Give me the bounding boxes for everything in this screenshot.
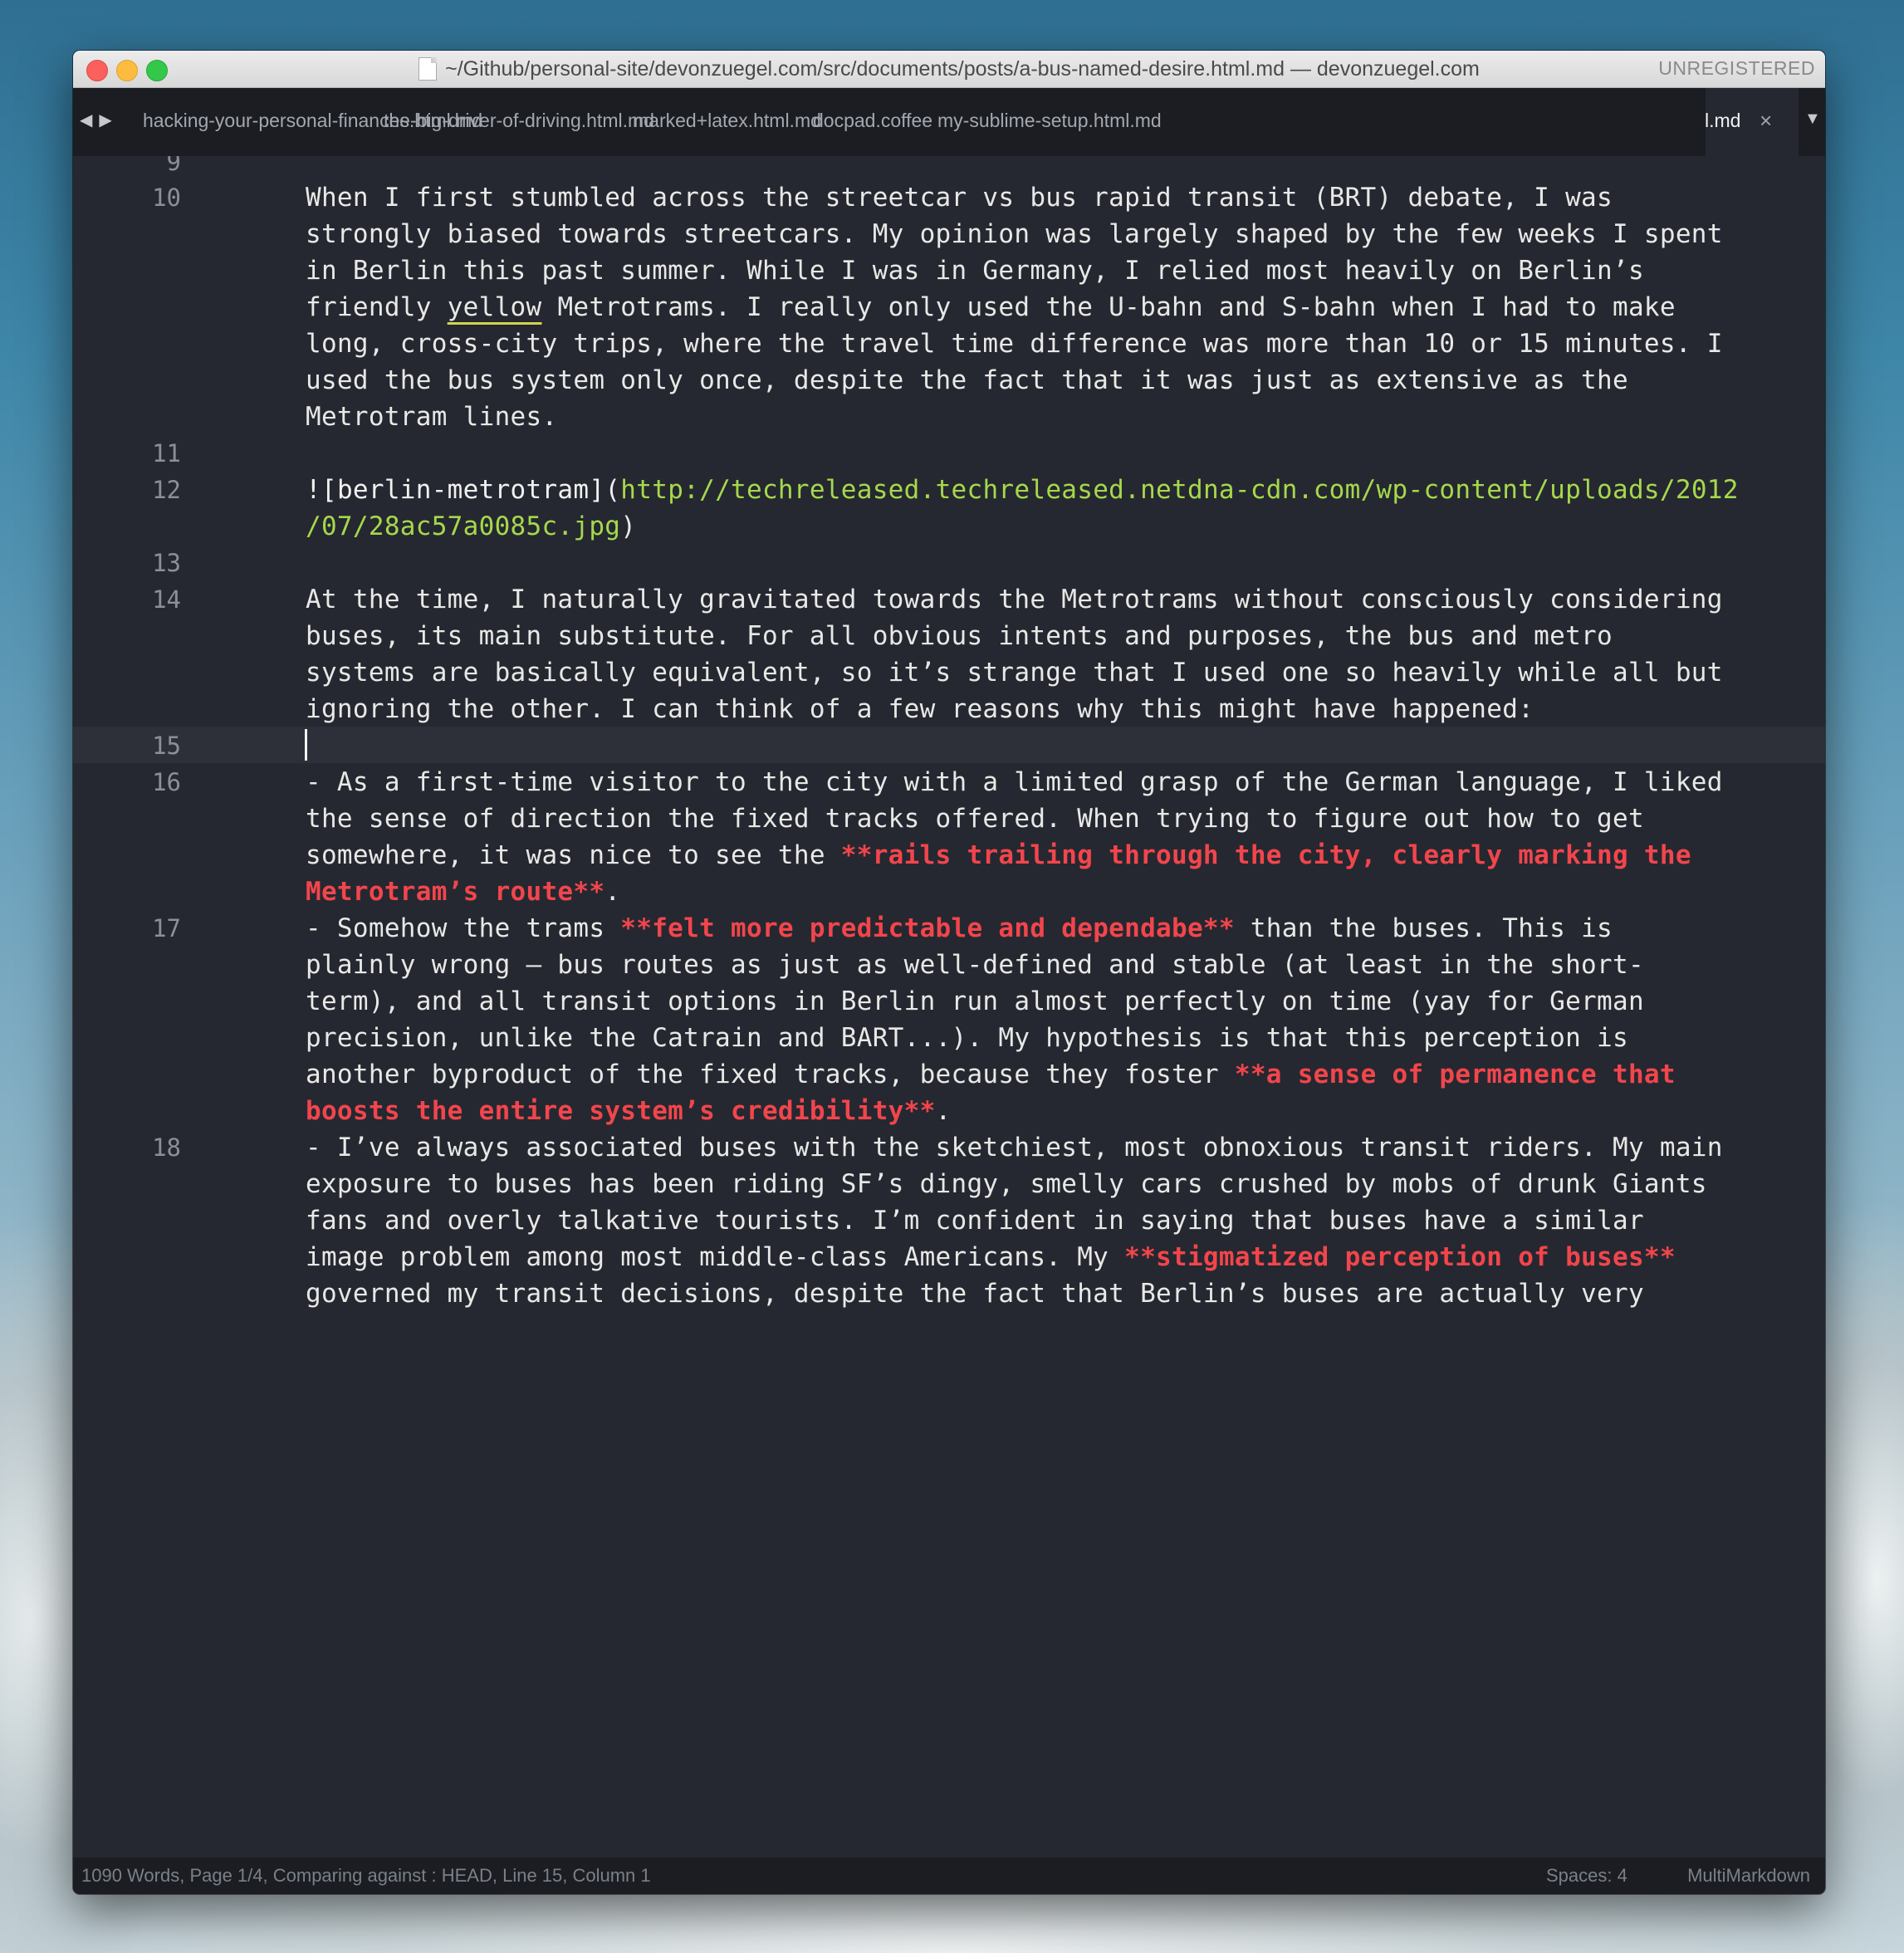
bold-text: boosts the entire system’s credibility** (306, 1096, 936, 1126)
line-number: 11 (152, 439, 181, 467)
image-url: http://techreleased.techreleased.netdna-… (620, 475, 1739, 505)
line-number: 16 (152, 768, 181, 796)
line-number: 10 (152, 184, 181, 212)
line-number: 18 (152, 1133, 181, 1162)
image-markdown-line: ![berlin-metrotram](http://techreleased.… (306, 475, 1739, 505)
line-number: 9 (166, 156, 181, 176)
image-markdown-line: /07/28ac57a0085c.jpg) (306, 512, 637, 541)
list-item-line: governed my transit decisions, despite t… (306, 1279, 1644, 1309)
list-item-line: exposure to buses has been riding SF’s d… (306, 1169, 1707, 1199)
tab-back-icon[interactable]: ◀ (80, 111, 92, 130)
text-line: systems are basically equivalent, so it’… (306, 658, 1723, 688)
current-line-highlight (73, 727, 1825, 763)
spell-check-word: yellow (447, 292, 542, 322)
tab-docpad-coffee[interactable]: docpad.coffee (813, 110, 932, 132)
bold-text: Metrotram’s route** (306, 877, 605, 907)
line-number: 15 (152, 732, 181, 760)
line-number: 12 (152, 476, 181, 504)
text-line: Metrotram lines. (306, 402, 558, 432)
list-item-line: boosts the entire system’s credibility**… (306, 1096, 952, 1126)
text-line: in Berlin this past summer. While I was … (306, 256, 1644, 286)
text-line: buses, its main substitute. For all obvi… (306, 621, 1613, 651)
list-item-line: - Somehow the trams **felt more predicta… (306, 913, 1613, 943)
tab-bar: ◀ ▶ hacking-your-personal-finances.html.m… (73, 88, 1825, 156)
text-line: When I first stumbled across the streetc… (306, 183, 1613, 213)
tab-marked-latex[interactable]: marked+latex.html.md (633, 110, 821, 132)
window-title: ~/Github/personal-site/devonzuegel.com/s… (445, 56, 1480, 81)
tab-my-sublime-setup[interactable]: my-sublime-setup.html.md (937, 110, 1162, 132)
tab-the-big-driver-of-driving[interactable]: the-big-driver-of-driving.html.md (384, 110, 654, 132)
tab-forward-icon[interactable]: ▶ (99, 111, 111, 130)
text-line: long, cross-city trips, where the travel… (306, 329, 1723, 359)
list-item-line: term), and all transit options in Berlin… (306, 986, 1644, 1016)
editor-text-area[interactable]: 9 10 11 12 13 14 15 16 17 18 When I firs… (73, 156, 1825, 1858)
list-item-line: precision, unlike the Catrain and BART..… (306, 1023, 1628, 1053)
text-line: ignoring the other. I can think of a few… (306, 694, 1534, 724)
list-item-line: another byproduct of the fixed tracks, b… (306, 1060, 1676, 1089)
line-number: 14 (152, 585, 181, 614)
tab-close-icon[interactable]: × (1760, 108, 1772, 134)
list-item-line: Metrotram’s route**. (306, 877, 621, 907)
text-cursor (305, 729, 307, 761)
editor-window: ~/Github/personal-site/devonzuegel.com/s… (73, 51, 1825, 1894)
list-item-line: - As a first-time visitor to the city wi… (306, 767, 1723, 797)
text-line: used the bus system only once, despite t… (306, 365, 1628, 395)
list-item-line: fans and overly talkative tourists. I’m … (306, 1206, 1644, 1236)
bold-text: **felt more predictable and dependabe** (620, 913, 1235, 943)
title-bar: ~/Github/personal-site/devonzuegel.com/s… (73, 51, 1825, 88)
text-line: strongly biased towards streetcars. My o… (306, 219, 1723, 249)
indentation-setting[interactable]: Spaces: 4 (1546, 1858, 1627, 1894)
list-item-line: somewhere, it was nice to see the **rail… (306, 840, 1691, 870)
text-line: At the time, I naturally gravitated towa… (306, 585, 1723, 614)
bold-text: **rails trailing through the city, clear… (840, 840, 1691, 870)
list-item-line: plainly wrong – bus routes as just as we… (306, 950, 1644, 980)
tab-active-document[interactable]: l.md (1705, 110, 1740, 132)
status-info: 1090 Words, Page 1/4, Comparing against … (81, 1865, 651, 1886)
list-item-line: - I’ve always associated buses with the … (306, 1133, 1723, 1162)
list-item-line: the sense of direction the fixed tracks … (306, 804, 1644, 834)
bold-text: **a sense of permanence that (1234, 1060, 1676, 1089)
syntax-selector[interactable]: MultiMarkdown (1687, 1858, 1810, 1894)
list-item-line: image problem among most middle-class Am… (306, 1242, 1676, 1272)
tab-list-dropdown-icon[interactable]: ▼ (1804, 110, 1821, 129)
license-label: UNREGISTERED (1658, 57, 1815, 79)
bold-text: **stigmatized perception of buses** (1124, 1242, 1676, 1272)
image-url: /07/28ac57a0085c.jpg (306, 512, 621, 541)
document-icon (418, 57, 438, 81)
line-number: 17 (152, 914, 181, 942)
line-number: 13 (152, 549, 181, 577)
text-line: friendly yellow Metrotrams. I really onl… (306, 292, 1676, 322)
status-bar: 1090 Words, Page 1/4, Comparing against … (73, 1858, 1825, 1894)
